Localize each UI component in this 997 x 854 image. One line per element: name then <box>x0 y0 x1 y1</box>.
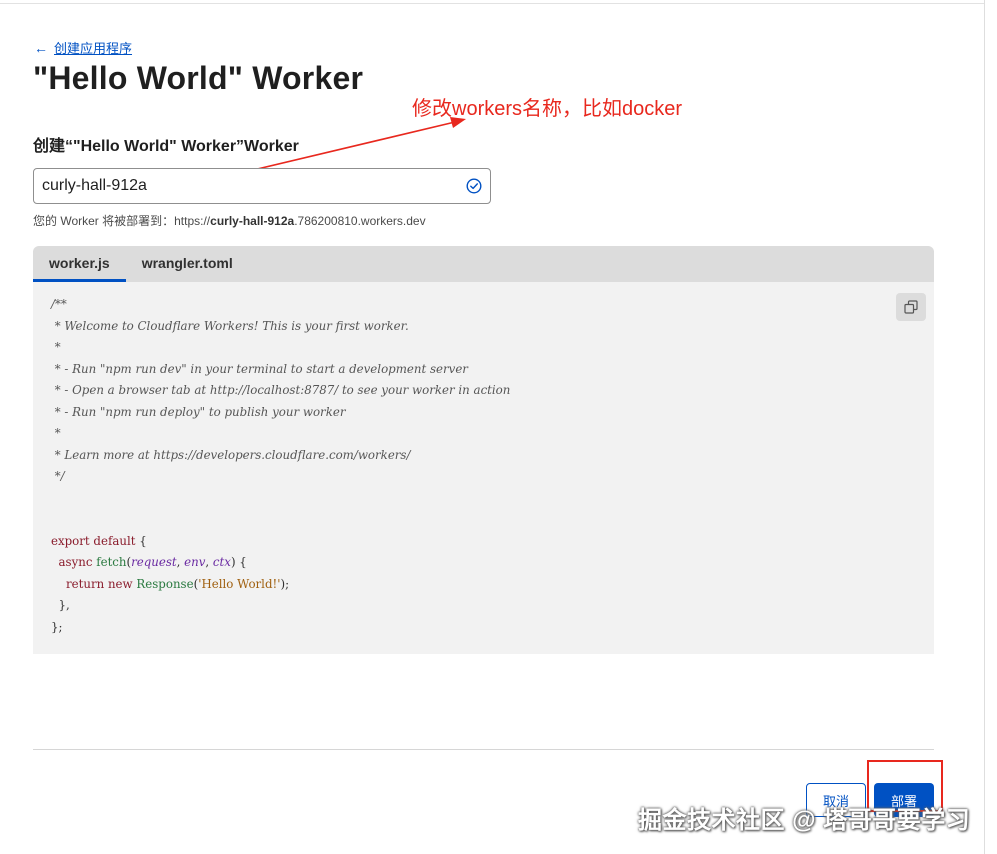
deploy-hint-suffix: .786200810.workers.dev <box>294 214 426 228</box>
deploy-hint-name: curly-hall-912a <box>210 214 295 228</box>
code-export-keyword: export default <box>51 533 136 548</box>
code-comment-line: * - Run "npm run dev" in your terminal t… <box>51 361 468 376</box>
code-param: env <box>184 555 206 569</box>
annotation-text: 修改workers名称，比如docker <box>412 98 683 120</box>
arrow-left-icon: ← <box>34 39 48 56</box>
code-editor: worker.js wrangler.toml /** * Welcome to… <box>33 246 934 654</box>
code-close-inner: }, <box>58 598 70 612</box>
back-link[interactable]: ← 创建应用程序 <box>34 38 132 57</box>
deploy-url-hint: 您的 Worker 将被部署到：https://curly-hall-912a.… <box>33 212 426 229</box>
worker-name-field <box>33 168 491 204</box>
code-content[interactable]: /** * Welcome to Cloudflare Workers! Thi… <box>51 294 510 638</box>
code-param: request <box>131 555 177 569</box>
code-close-outer: }; <box>51 619 63 634</box>
code-async-keyword: async <box>58 555 93 569</box>
code-comment-line: */ <box>51 469 65 483</box>
code-comment-line: * <box>51 340 61 354</box>
deploy-hint-prefix: 您的 Worker 将被部署到：https:// <box>33 214 211 228</box>
back-link-label: 创建应用程序 <box>54 41 133 56</box>
right-scroll-edge <box>984 0 985 854</box>
code-string: 'Hello World!' <box>198 576 281 591</box>
code-comment-line: /** <box>51 297 67 311</box>
editor-tabs: worker.js wrangler.toml <box>33 246 934 282</box>
tab-wrangler-toml[interactable]: wrangler.toml <box>126 246 249 282</box>
code-brace: { <box>135 533 147 548</box>
check-circle-icon <box>466 178 482 194</box>
code-response-fn: Response <box>136 576 194 591</box>
code-comment-line: * <box>51 426 61 440</box>
code-comment-line: * - Open a browser tab at http://localho… <box>51 383 511 397</box>
code-comment-line: * - Run "npm run deploy" to publish your… <box>51 404 346 419</box>
top-border <box>0 0 984 4</box>
code-return-keyword: return new <box>66 576 133 591</box>
tab-worker-js[interactable]: worker.js <box>33 246 126 282</box>
code-comment-line: * Learn more at https://developers.cloud… <box>51 447 411 462</box>
copy-button[interactable] <box>896 293 926 321</box>
copy-icon <box>904 300 918 314</box>
code-comment-line: * Welcome to Cloudflare Workers! This is… <box>51 318 409 333</box>
page-title: "Hello World" Worker <box>33 60 364 96</box>
code-param: ctx <box>212 555 231 569</box>
code-fetch-fn: fetch <box>96 555 127 569</box>
footer-divider <box>33 749 934 750</box>
watermark: 掘金技术社区 @ 塔哥哥要学习 <box>638 807 971 834</box>
worker-name-label: 创建“"Hello World" Worker”Worker <box>33 138 299 155</box>
worker-name-input[interactable] <box>34 169 454 203</box>
